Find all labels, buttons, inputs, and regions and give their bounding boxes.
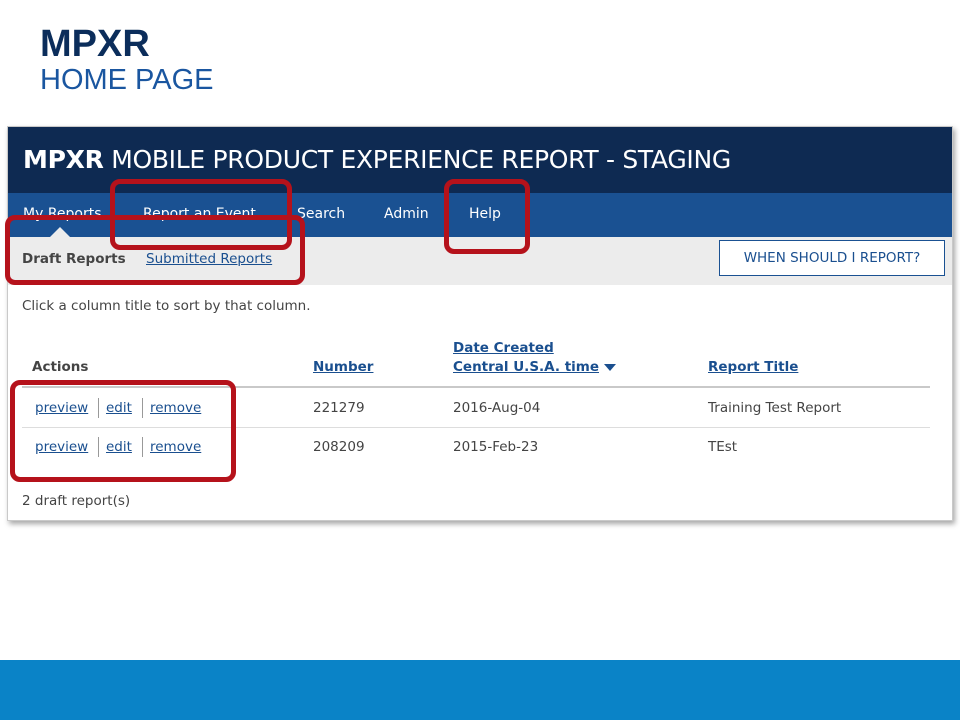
column-header-date[interactable]: Central U.S.A. time [453, 358, 616, 377]
cell-report-title: TEst [708, 439, 738, 455]
callout-subnav-highlight [5, 215, 305, 285]
nav-admin[interactable]: Admin [384, 206, 429, 222]
callout-help-highlight [444, 179, 530, 254]
sort-hint: Click a column title to sort by that col… [22, 298, 311, 314]
column-header-date-line1[interactable]: Date Created [453, 339, 554, 358]
draft-report-count: 2 draft report(s) [22, 493, 131, 509]
slide-footer-bar [0, 660, 960, 720]
callout-actions-highlight [10, 380, 236, 482]
column-header-report-title[interactable]: Report Title [708, 358, 798, 377]
cell-number: 221279 [313, 400, 365, 416]
cell-date: 2016-Aug-04 [453, 400, 541, 416]
when-should-i-report-button[interactable]: WHEN SHOULD I REPORT? [719, 240, 945, 276]
column-header-date-line2[interactable]: Central U.S.A. time [453, 359, 599, 375]
cell-report-title: Training Test Report [708, 400, 842, 416]
slide-title: MPXR [40, 23, 150, 65]
app-title-rest: MOBILE PRODUCT EXPERIENCE REPORT - STAGI… [111, 145, 731, 174]
column-header-actions: Actions [32, 359, 89, 375]
slide-subtitle: HOME PAGE [40, 64, 214, 96]
cell-date: 2015-Feb-23 [453, 439, 539, 455]
cell-number: 208209 [313, 439, 365, 455]
column-header-number[interactable]: Number [313, 358, 373, 377]
app-title: MPXR MOBILE PRODUCT EXPERIENCE REPORT - … [23, 145, 731, 174]
sort-descending-icon [604, 363, 616, 371]
app-brand: MPXR [23, 145, 104, 174]
nav-search[interactable]: Search [297, 206, 345, 222]
